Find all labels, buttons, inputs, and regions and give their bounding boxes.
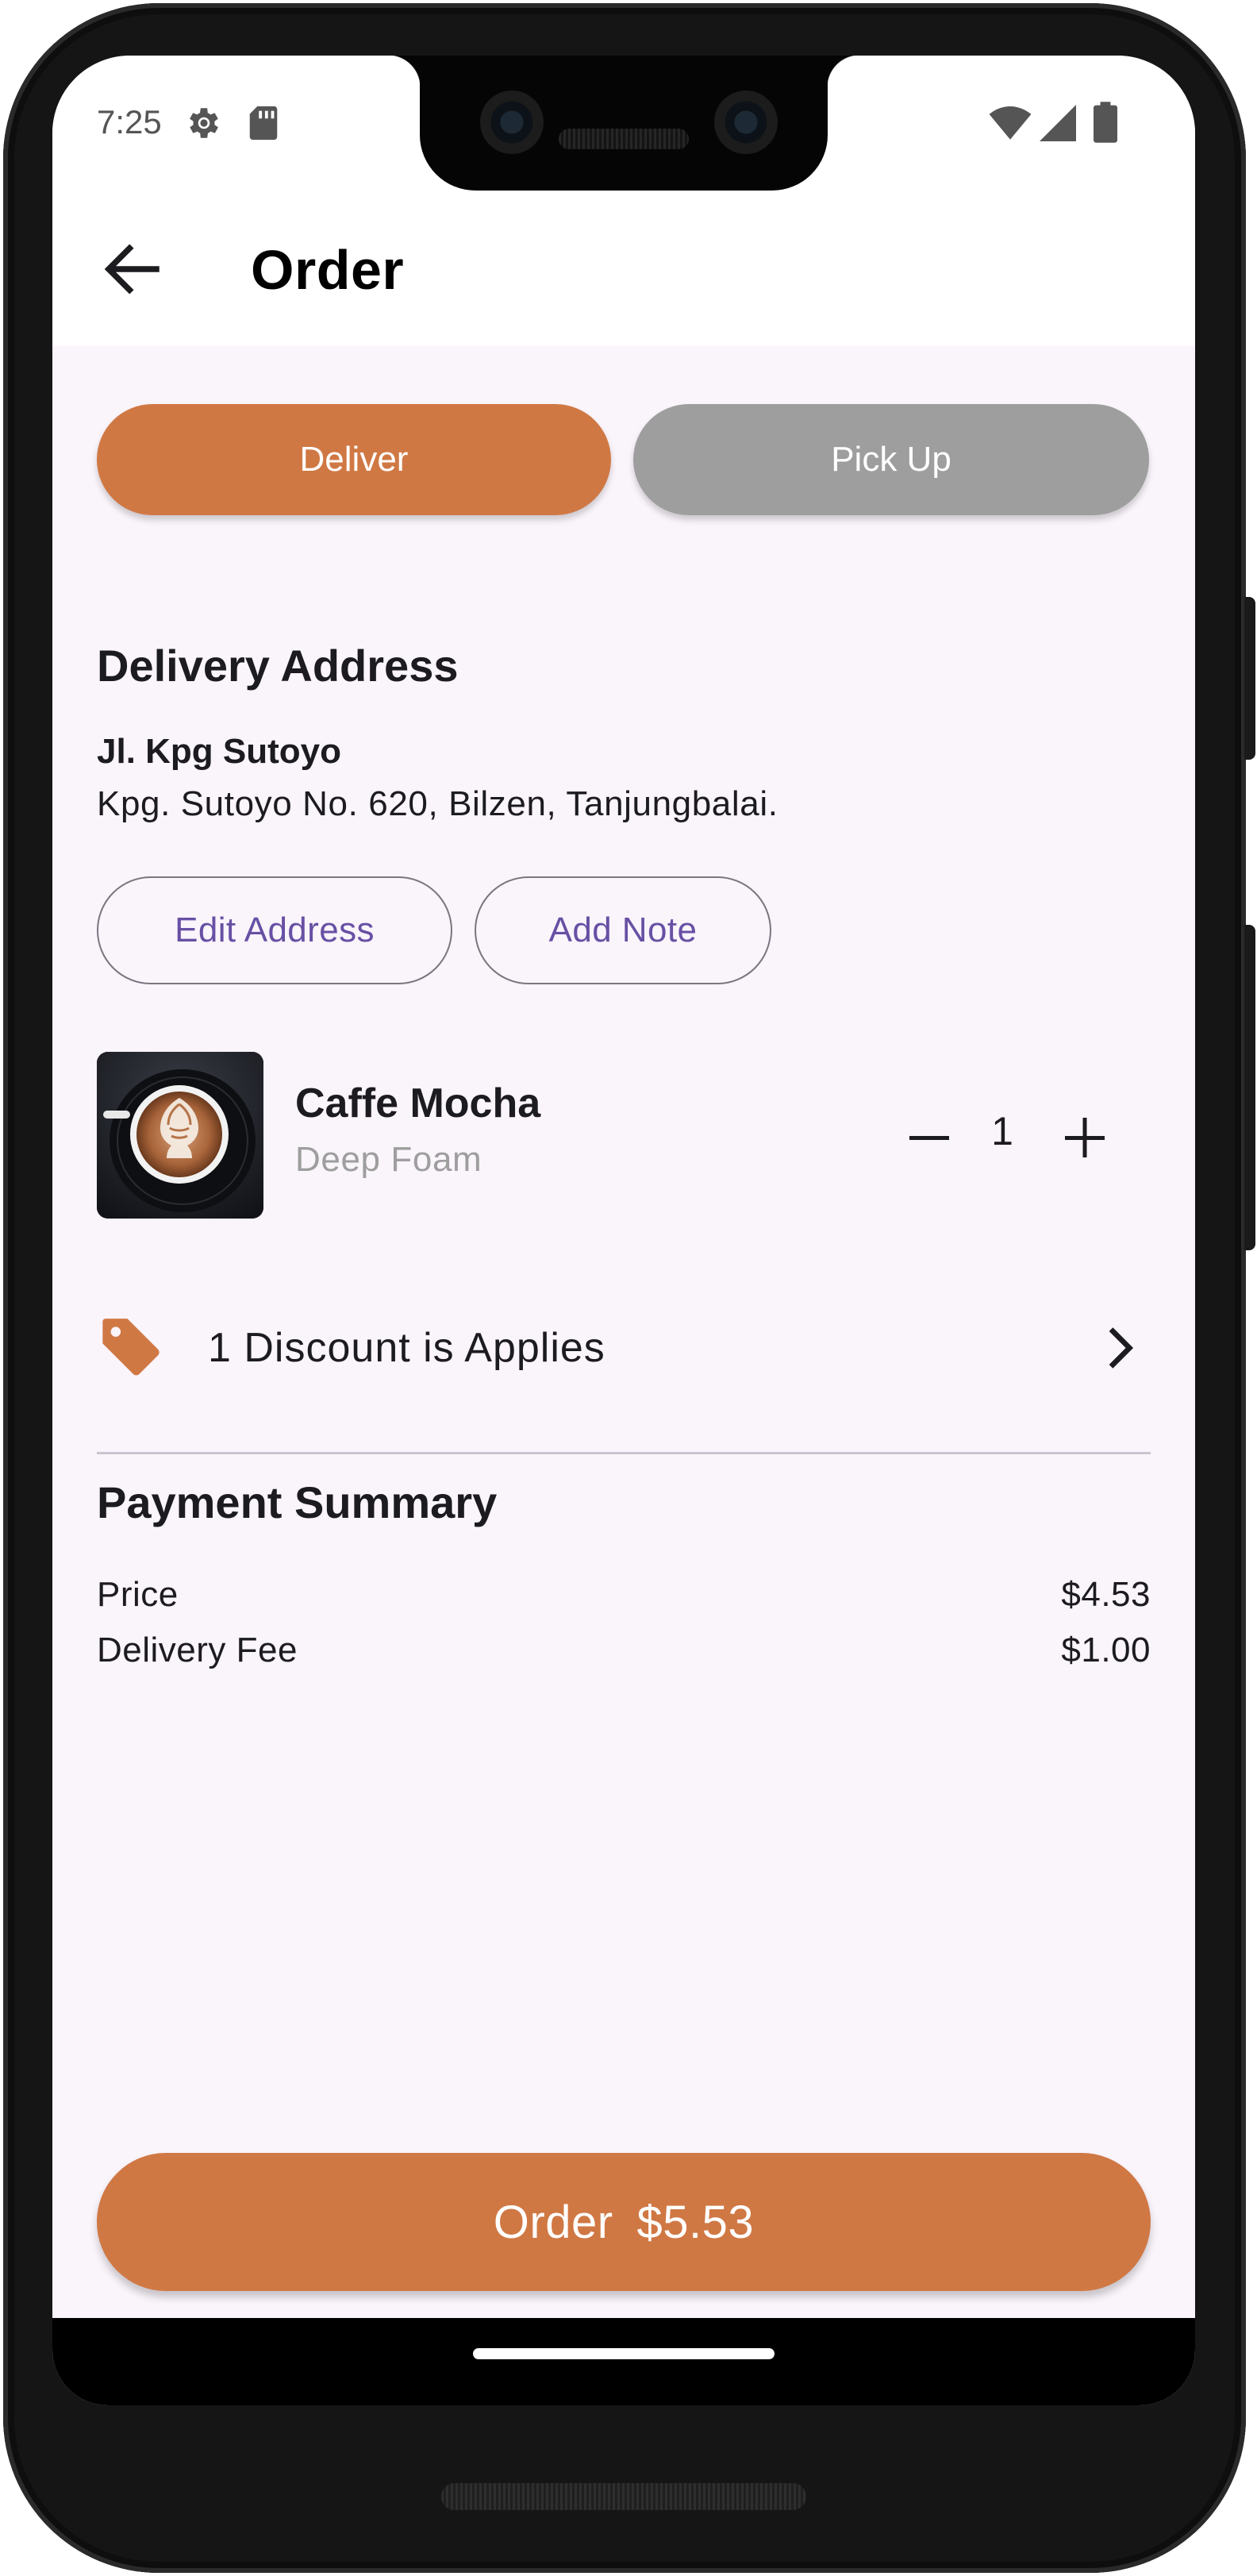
tag-icon (102, 1319, 160, 1376)
page-title: Order (251, 239, 405, 301)
earpiece (559, 129, 689, 149)
arrow-back-icon[interactable] (97, 233, 168, 305)
signal-icon (1040, 105, 1076, 141)
quantity-value: 1 (991, 1109, 1013, 1153)
divider (97, 1452, 1151, 1454)
payment-summary-heading: Payment Summary (97, 1477, 498, 1527)
delivery-fee-row: Delivery Fee $1.00 (97, 1631, 1151, 1670)
price-row: Price $4.53 (97, 1575, 1151, 1615)
order-content: Deliver Pick Up Delivery Address Jl. Kpg… (52, 346, 1195, 2318)
battery-icon (1094, 102, 1117, 143)
edit-address-button[interactable]: Edit Address (97, 876, 452, 984)
front-camera (480, 90, 544, 154)
status-time: 7:25 (97, 103, 162, 141)
wifi-icon (989, 106, 1032, 140)
status-bar: 7:25 (52, 56, 1195, 191)
item-name: Caffe Mocha (295, 1080, 541, 1126)
add-note-button[interactable]: Add Note (475, 876, 771, 984)
address-name: Jl. Kpg Sutoyo (97, 732, 341, 771)
home-gesture-pill[interactable] (473, 2348, 775, 2359)
delivery-fee-value: $1.00 (1061, 1631, 1151, 1669)
order-button-label: Order (493, 2196, 613, 2248)
settings-icon (190, 108, 218, 138)
minus-icon[interactable] (894, 1110, 965, 1165)
order-button-total: $5.53 (636, 2196, 755, 2248)
power-button (1244, 597, 1255, 760)
address-line: Kpg. Sutoyo No. 620, Bilzen, Tanjungbala… (97, 784, 778, 823)
phone-frame: 7:25 Order Deliver Pick Up Delivery Addr… (0, 0, 1257, 2576)
system-nav-bar (52, 2318, 1195, 2405)
volume-button (1244, 925, 1255, 1250)
bottom-speaker (441, 2483, 806, 2510)
front-camera (714, 90, 778, 154)
delivery-fee-label: Delivery Fee (97, 1631, 298, 1669)
chevron-right-icon (1109, 1327, 1134, 1369)
screen: 7:25 Order Deliver Pick Up Delivery Addr… (52, 56, 1195, 2405)
item-subtitle: Deep Foam (295, 1140, 482, 1179)
discount-row[interactable]: 1 Discount is Applies (97, 1297, 1151, 1392)
app-bar: Order (52, 191, 1195, 346)
order-button[interactable]: Order $5.53 (97, 2153, 1151, 2291)
price-label: Price (97, 1575, 179, 1614)
camera-notch (388, 56, 859, 191)
delivery-address-heading: Delivery Address (97, 641, 459, 691)
deliver-button[interactable]: Deliver (97, 404, 611, 515)
price-value: $4.53 (1061, 1575, 1151, 1614)
sd-card-icon (249, 106, 278, 141)
plus-icon[interactable] (1049, 1102, 1121, 1173)
discount-text: 1 Discount is Applies (208, 1325, 605, 1371)
pickup-button[interactable]: Pick Up (633, 404, 1149, 515)
coffee-latte-art-image (97, 1052, 263, 1219)
